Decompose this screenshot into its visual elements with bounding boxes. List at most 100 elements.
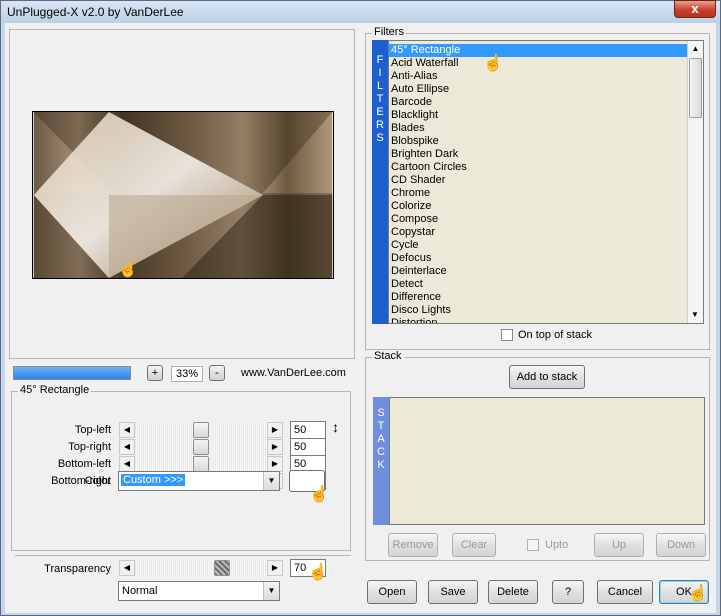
progress-fill <box>14 367 130 379</box>
transparency-track[interactable] <box>135 560 267 576</box>
hand-cursor-icon: ☝ <box>483 55 503 72</box>
hand-cursor-icon: ☝ <box>308 564 328 581</box>
blend-mode-value: Normal <box>122 585 158 597</box>
slider-thumb[interactable] <box>193 439 209 455</box>
transparency-thumb[interactable] <box>214 560 230 576</box>
slider-label: Bottom-left <box>57 458 111 470</box>
on-top-checkbox[interactable] <box>501 329 513 341</box>
delete-button[interactable]: Delete <box>488 580 538 604</box>
down-button[interactable]: Down <box>656 533 706 557</box>
scroll-up-arrow[interactable]: ▲ <box>688 41 703 57</box>
filter-list-item[interactable]: Deinterlace <box>389 265 687 278</box>
clear-button[interactable]: Clear <box>452 533 496 557</box>
color-select[interactable]: Custom >>> ▼ <box>118 471 280 491</box>
slider-value[interactable]: 50 <box>290 421 326 439</box>
stack-list[interactable] <box>389 397 705 525</box>
filters-side-label: FILTERS <box>372 40 388 324</box>
slider-track[interactable] <box>135 456 267 472</box>
zoom-in-button[interactable]: + <box>147 365 163 381</box>
slider-right-arrow[interactable]: ▶ <box>267 422 283 438</box>
filter-list-item[interactable]: Cartoon Circles <box>389 161 687 174</box>
chevron-down-icon[interactable]: ▼ <box>263 582 279 600</box>
side-letter: T <box>377 420 385 432</box>
filter-list-item[interactable]: Acid Waterfall <box>389 57 687 70</box>
filter-list-item[interactable]: Blacklight <box>389 109 687 122</box>
scroll-down-arrow[interactable]: ▼ <box>688 307 702 323</box>
transparency-left-arrow[interactable]: ◀ <box>119 560 135 576</box>
hand-cursor-icon: ☝ <box>118 261 138 278</box>
filter-list-item[interactable]: Defocus <box>389 252 687 265</box>
filter-list-item[interactable]: Compose <box>389 213 687 226</box>
side-letter: E <box>376 106 384 118</box>
blend-mode-select[interactable]: Normal ▼ <box>118 581 280 601</box>
close-button[interactable]: x <box>674 0 716 18</box>
transparency-right-arrow[interactable]: ▶ <box>267 560 283 576</box>
slider-left-arrow[interactable]: ◀ <box>119 439 135 455</box>
side-letter: F <box>376 54 384 66</box>
side-letter: A <box>377 433 385 445</box>
filter-list[interactable]: 45° Rectangle Acid Waterfall Anti-Alias Aut… <box>388 40 704 324</box>
side-letter: T <box>376 93 384 105</box>
slider-value[interactable]: 50 <box>290 438 326 456</box>
filter-list-item[interactable]: Anti-Alias <box>389 70 687 83</box>
cancel-button[interactable]: Cancel <box>597 580 653 604</box>
filter-scrollbar[interactable]: ▲ ▼ <box>687 41 703 323</box>
transparency-divider <box>15 555 351 556</box>
stack-group-title: Stack <box>372 350 404 362</box>
color-select-value: Custom >>> <box>121 474 186 486</box>
filter-list-item[interactable]: 45° Rectangle <box>389 44 687 57</box>
help-button[interactable]: ? <box>552 580 584 604</box>
filter-list-item[interactable]: CD Shader <box>389 174 687 187</box>
filter-list-item[interactable]: Auto Ellipse <box>389 83 687 96</box>
save-button[interactable]: Save <box>428 580 478 604</box>
filter-list-item[interactable]: Cycle <box>389 239 687 252</box>
slider-right-arrow[interactable]: ▶ <box>267 456 283 472</box>
zoom-out-button[interactable]: - <box>209 365 225 381</box>
upto-label: Upto <box>545 539 569 551</box>
filter-list-item[interactable]: Blobspike <box>389 135 687 148</box>
hand-cursor-icon: ☝ <box>688 585 708 602</box>
filter-list-item[interactable]: Disco Lights <box>389 304 687 317</box>
app-window: UnPlugged-X v2.0 by VanDerLee x ☝ + 33% … <box>0 0 721 616</box>
window-title: UnPlugged-X v2.0 by VanDerLee <box>7 5 184 19</box>
filter-list-item[interactable]: Copystar <box>389 226 687 239</box>
side-letter: C <box>377 446 385 458</box>
params-group-title: 45° Rectangle <box>18 384 92 396</box>
slider-thumb[interactable] <box>193 422 209 438</box>
side-letter: K <box>377 459 385 471</box>
filter-list-item[interactable]: Colorize <box>389 200 687 213</box>
filter-list-item[interactable]: Blades <box>389 122 687 135</box>
title-bar[interactable]: UnPlugged-X v2.0 by VanDerLee x <box>1 0 720 23</box>
filters-group-title: Filters <box>372 26 406 38</box>
color-label: Color <box>84 475 111 487</box>
hand-cursor-icon: ☝ <box>309 486 329 503</box>
side-letter: S <box>377 407 385 419</box>
filter-list-item[interactable]: Chrome <box>389 187 687 200</box>
filter-list-item[interactable]: Barcode <box>389 96 687 109</box>
open-button[interactable]: Open <box>367 580 417 604</box>
vertical-resize-icon[interactable]: ↕ <box>332 419 339 435</box>
slider-track[interactable] <box>135 439 267 455</box>
filter-list-item[interactable]: Brighten Dark <box>389 148 687 161</box>
filter-list-item[interactable]: Distortion <box>389 317 687 323</box>
filter-list-item[interactable]: Difference <box>389 291 687 304</box>
slider-track[interactable] <box>135 422 267 438</box>
up-button[interactable]: Up <box>594 533 644 557</box>
preview-image[interactable] <box>32 111 334 279</box>
side-letter: S <box>376 132 384 144</box>
side-letter: R <box>376 119 384 131</box>
filter-list-item[interactable]: Detect <box>389 278 687 291</box>
client-area: ☝ + 33% - www.VanDerLee.com 45° Rectangl… <box>5 23 716 613</box>
scroll-thumb[interactable] <box>689 58 702 118</box>
add-to-stack-button[interactable]: Add to stack <box>509 365 585 389</box>
side-letter: I <box>378 67 382 79</box>
slider-left-arrow[interactable]: ◀ <box>119 422 135 438</box>
slider-left-arrow[interactable]: ◀ <box>119 456 135 472</box>
chevron-down-icon[interactable]: ▼ <box>263 472 279 490</box>
website-link[interactable]: www.VanDerLee.com <box>241 367 346 379</box>
remove-button[interactable]: Remove <box>388 533 438 557</box>
slider-right-arrow[interactable]: ▶ <box>267 439 283 455</box>
upto-checkbox[interactable] <box>527 539 539 551</box>
slider-thumb[interactable] <box>193 456 209 472</box>
zoom-value: 33% <box>171 366 203 382</box>
